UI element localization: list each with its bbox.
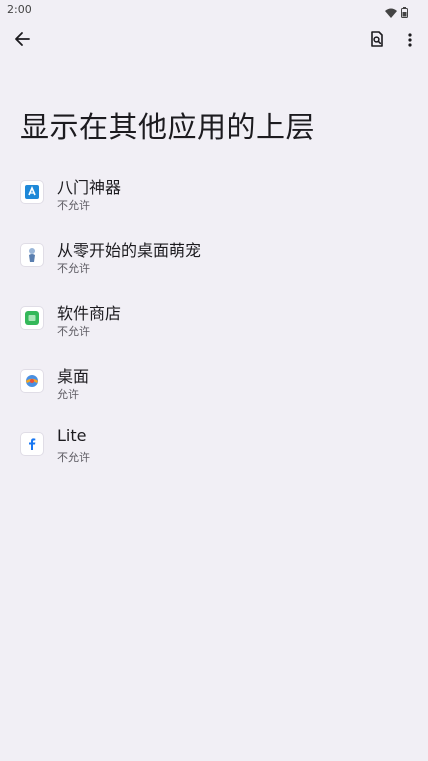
list-item-app[interactable]: 从零开始的桌面萌宠 不允许 bbox=[0, 223, 428, 286]
app-name: 软件商店 bbox=[57, 304, 122, 323]
app-name: 桌面 bbox=[57, 367, 90, 386]
list-item-app[interactable]: 软件商店 不允许 bbox=[0, 286, 428, 349]
status-time: 2:00 bbox=[7, 3, 32, 16]
list-item-app[interactable]: Lite 不允许 bbox=[0, 412, 428, 475]
facebook-lite-icon bbox=[21, 433, 43, 455]
app-name: 八门神器 bbox=[57, 178, 122, 197]
arrow-back-icon bbox=[14, 31, 30, 51]
app-permission-status: 允许 bbox=[57, 388, 79, 401]
wifi-icon bbox=[385, 3, 397, 22]
status-bar: 2:00 bbox=[0, 0, 428, 20]
search-button[interactable] bbox=[363, 27, 391, 55]
bamen-icon bbox=[21, 181, 43, 203]
app-name: 从零开始的桌面萌宠 bbox=[57, 241, 202, 260]
app-permission-status: 不允许 bbox=[57, 199, 90, 212]
status-icons bbox=[385, 3, 408, 22]
app-permission-status: 不允许 bbox=[57, 451, 90, 464]
page-title: 显示在其他应用的上层 bbox=[20, 110, 316, 144]
more-vert-icon bbox=[408, 32, 412, 51]
back-button[interactable] bbox=[8, 27, 36, 55]
app-name: Lite bbox=[57, 426, 87, 445]
list-item-app[interactable]: 八门神器 不允许 bbox=[0, 160, 428, 223]
list-item-app[interactable]: 桌面 允许 bbox=[0, 349, 428, 412]
store-icon bbox=[21, 307, 43, 329]
search-settings-icon bbox=[369, 31, 385, 51]
more-options-button[interactable] bbox=[396, 27, 424, 55]
app-permission-status: 不允许 bbox=[57, 262, 90, 275]
pet-icon bbox=[21, 244, 43, 266]
battery-icon bbox=[401, 3, 408, 22]
app-list: 八门神器 不允许 从零开始的桌面萌宠 不允许 软件商店 不允许 桌面 允许 Li… bbox=[0, 160, 428, 475]
launcher-icon bbox=[21, 370, 43, 392]
top-app-bar bbox=[0, 22, 428, 62]
app-permission-status: 不允许 bbox=[57, 325, 90, 338]
